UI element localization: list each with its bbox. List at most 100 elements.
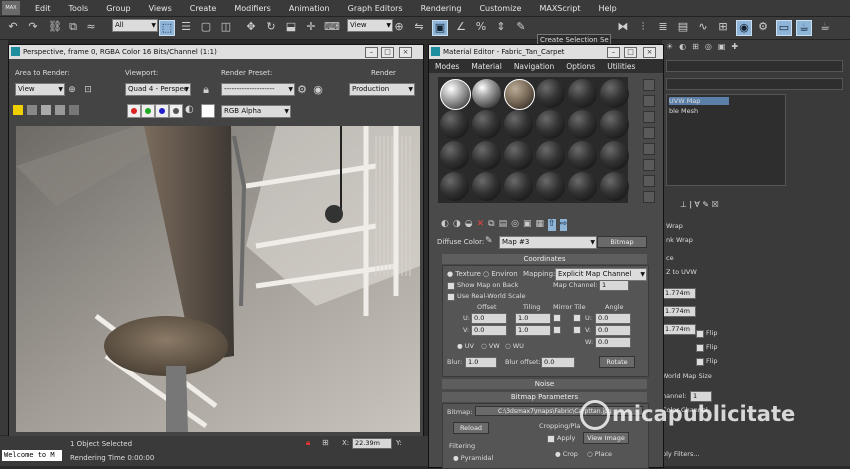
area-to-render-dropdown[interactable]: View ▼ <box>15 83 65 96</box>
menu-graph-editors[interactable]: Graph Editors <box>339 4 412 13</box>
sample-slot[interactable] <box>472 141 501 170</box>
v-mirror-checkbox[interactable] <box>553 326 561 334</box>
sample-slot[interactable] <box>472 110 501 139</box>
menu-modes[interactable]: Modes <box>429 62 465 71</box>
show-shaded-icon[interactable]: ▣ <box>523 219 532 231</box>
menu-navigation[interactable]: Navigation <box>508 62 560 71</box>
keyboard-shortcut-icon[interactable]: ⌨ <box>324 20 340 34</box>
lock-selection-icon[interactable]: 🔒︎ <box>306 438 310 448</box>
modify-tab-icon[interactable]: ◐ <box>679 42 686 52</box>
rotate-icon[interactable]: ↻ <box>264 20 278 34</box>
maxscript-mini-listener[interactable]: Welcome to M <box>2 450 62 461</box>
texture-radio[interactable]: ● Texture <box>447 270 481 278</box>
display-channel-dropdown[interactable]: RGB Alpha ▼ <box>221 105 291 118</box>
v-angle-field[interactable]: 0.0 <box>595 325 631 336</box>
map-channel-field[interactable]: 1 <box>599 280 629 291</box>
sample-slot[interactable] <box>536 141 565 170</box>
menu-help[interactable]: Help <box>590 4 626 13</box>
blur-field[interactable]: 1.0 <box>465 357 497 368</box>
menu-create[interactable]: Create <box>181 4 226 13</box>
sample-slot[interactable] <box>600 79 629 108</box>
menu-animation[interactable]: Animation <box>280 4 339 13</box>
pivot-icon[interactable]: ⊕ <box>392 20 406 34</box>
menu-maxscript[interactable]: MAXScript <box>530 4 589 13</box>
map-name-field[interactable]: Map #3 ▼ <box>499 236 597 249</box>
alpha-channel-toggle[interactable] <box>169 104 183 118</box>
link-icon[interactable]: ⛓ <box>48 20 62 34</box>
mirror-tool-icon[interactable]: ⧓ <box>616 20 630 34</box>
eyedropper-icon[interactable]: ✎ <box>485 236 493 246</box>
u-offset-field[interactable]: 0.0 <box>471 313 507 324</box>
sample-slot[interactable] <box>472 79 501 108</box>
show-end-result-icon[interactable]: ▦ <box>535 219 544 231</box>
sample-slot[interactable] <box>440 79 471 110</box>
bitmap-parameters-rollout-header[interactable]: Bitmap Parameters <box>442 392 647 402</box>
reload-button[interactable]: Reload <box>453 422 489 434</box>
backlight-icon[interactable] <box>643 95 655 107</box>
select-by-name-icon[interactable]: ☰ <box>179 20 193 34</box>
angle-snap-icon[interactable]: ∠ <box>454 20 468 34</box>
u-flip-checkbox[interactable] <box>696 330 704 338</box>
app-logo-icon[interactable]: MAX <box>2 1 20 15</box>
move-icon[interactable]: ✥ <box>244 20 258 34</box>
length-field[interactable]: 1.774m <box>662 288 696 299</box>
map-type-button[interactable]: Bitmap <box>597 236 647 248</box>
bind-space-warp-icon[interactable]: ≈ <box>84 20 98 34</box>
w-flip-checkbox[interactable] <box>696 358 704 366</box>
modifier-list-dropdown[interactable] <box>666 78 843 90</box>
menu-material[interactable]: Material <box>465 62 507 71</box>
width-field[interactable]: 1.774m <box>662 306 696 317</box>
u-mirror-checkbox[interactable] <box>553 314 561 322</box>
sample-slot[interactable] <box>568 79 597 108</box>
sample-slot[interactable] <box>568 110 597 139</box>
sample-slot[interactable] <box>536 110 565 139</box>
motion-tab-icon[interactable]: ◎ <box>705 42 712 52</box>
select-manipulate-icon[interactable]: ✛ <box>304 20 318 34</box>
menu-group[interactable]: Group <box>97 4 139 13</box>
environment-icon[interactable]: ◉ <box>311 83 325 97</box>
u-tile-checkbox[interactable] <box>573 314 581 322</box>
go-to-parent-icon[interactable]: ⇧ <box>547 219 556 231</box>
window-crossing-icon[interactable]: ◫ <box>219 20 233 34</box>
reset-map-icon[interactable]: ✕ <box>477 219 485 231</box>
menu-edit[interactable]: Edit <box>26 4 60 13</box>
w-angle-field[interactable]: 0.0 <box>595 337 631 348</box>
v-flip-checkbox[interactable] <box>696 344 704 352</box>
modifier-stack-item[interactable]: ble Mesh <box>669 107 698 115</box>
get-material-icon[interactable]: ◐ <box>441 219 449 231</box>
clone-window-icon[interactable] <box>41 105 51 115</box>
swatch[interactable] <box>201 104 215 118</box>
uv-radio[interactable]: ● UV <box>457 342 474 350</box>
apply-checkbox[interactable] <box>547 435 555 443</box>
hierarchy-tab-icon[interactable]: ⊞ <box>692 42 699 52</box>
view-image-button[interactable]: View Image <box>583 432 629 444</box>
sample-slot[interactable] <box>600 141 629 170</box>
scale-icon[interactable]: ⬓ <box>284 20 298 34</box>
menu-customize[interactable]: Customize <box>470 4 530 13</box>
layer-manager-icon[interactable]: ≣ <box>656 20 670 34</box>
curve-editor-icon[interactable]: ∿ <box>696 20 710 34</box>
render-setup-icon[interactable]: ⚙ <box>756 20 770 34</box>
edit-named-selections-icon[interactable]: ✎ <box>514 20 528 34</box>
percent-snap-icon[interactable]: % <box>474 20 488 34</box>
sample-slot[interactable] <box>504 172 533 201</box>
v-offset-field[interactable]: 0.0 <box>471 325 507 336</box>
sample-type-icon[interactable] <box>643 79 655 91</box>
auto-region-icon[interactable]: ⊡ <box>81 83 95 97</box>
green-channel-toggle[interactable] <box>141 104 155 118</box>
pin-stack-icon[interactable]: ⊥ ǀ ∀ ✎ ☒ <box>680 200 719 209</box>
create-tab-icon[interactable]: ☀ <box>666 42 673 52</box>
minimize-icon[interactable]: – <box>365 47 378 58</box>
material-editor-icon[interactable]: ◉ <box>736 20 752 36</box>
rotate-button[interactable]: Rotate <box>599 356 635 368</box>
x-coord-field[interactable]: 22.39m <box>352 438 392 449</box>
crop-radio[interactable]: ● Crop <box>555 450 578 458</box>
viewport-dropdown[interactable]: Quad 4 - Perspec ▼ <box>125 83 191 96</box>
blur-offset-field[interactable]: 0.0 <box>541 357 575 368</box>
object-name-field[interactable] <box>666 60 843 72</box>
close-icon[interactable]: × <box>399 47 412 58</box>
real-world-scale-checkbox[interactable] <box>447 293 455 301</box>
wu-radio[interactable]: ○ WU <box>505 342 524 350</box>
unlink-icon[interactable]: ⧉ <box>66 20 80 34</box>
save-image-icon[interactable] <box>13 105 23 115</box>
